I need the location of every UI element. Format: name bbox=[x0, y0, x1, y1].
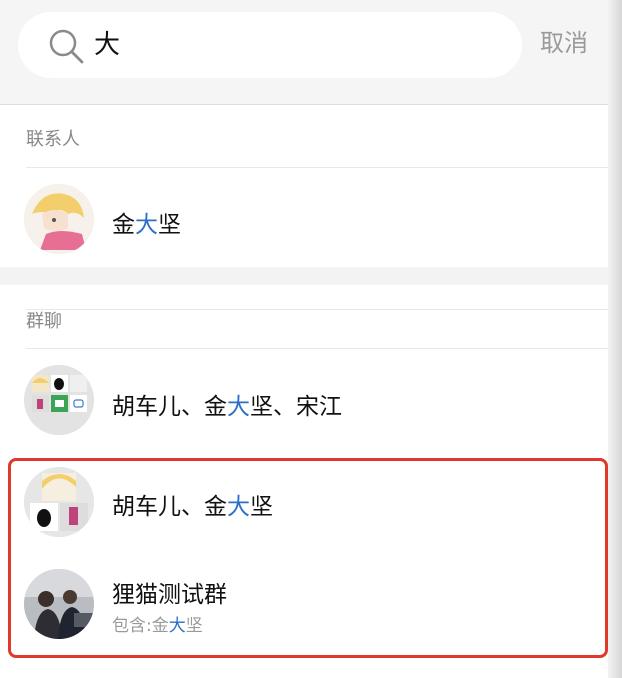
anime-avatar-image bbox=[24, 184, 94, 254]
avatar bbox=[24, 184, 94, 254]
group-avatar bbox=[24, 365, 94, 435]
divider bbox=[26, 167, 608, 168]
search-icon bbox=[49, 29, 84, 64]
group-row[interactable]: 胡车儿、金大坚、宋江 bbox=[0, 355, 608, 447]
match-highlight: 大 bbox=[135, 212, 158, 238]
contact-row[interactable]: 金大坚 bbox=[0, 173, 608, 265]
search-header: 大 取消 bbox=[0, 0, 608, 105]
section-title-contacts: 联系人 bbox=[26, 129, 80, 150]
group-name: 胡车儿、金大坚、宋江 bbox=[112, 394, 342, 420]
match-highlight: 大 bbox=[168, 616, 186, 636]
contact-name: 金大坚 bbox=[112, 212, 181, 238]
divider bbox=[26, 309, 608, 310]
group-name: 狸猫测试群 bbox=[112, 582, 227, 608]
section-title-groups: 群聊 bbox=[26, 311, 62, 332]
divider bbox=[26, 348, 608, 349]
cancel-button[interactable]: 取消 bbox=[540, 28, 588, 58]
search-bar[interactable]: 大 bbox=[18, 12, 522, 78]
search-input[interactable]: 大 bbox=[94, 30, 120, 60]
group-avatar-collage bbox=[24, 365, 94, 435]
group-avatar-collage bbox=[24, 467, 94, 537]
group-row[interactable]: 狸猫测试群 包含:金大坚 bbox=[0, 555, 608, 647]
groups-section: 群聊 胡车儿、金大坚、宋江 胡车儿、金大坚 狸猫测试群 包含:金大坚 bbox=[0, 285, 608, 678]
match-highlight: 大 bbox=[227, 394, 250, 420]
group-name: 胡车儿、金大坚 bbox=[112, 494, 273, 520]
group-row[interactable]: 胡车儿、金大坚 bbox=[0, 455, 608, 547]
match-highlight: 大 bbox=[227, 494, 250, 520]
group-avatar bbox=[24, 569, 94, 639]
contacts-section: 联系人 金大坚 bbox=[0, 105, 608, 267]
group-match-detail: 包含:金大坚 bbox=[112, 616, 203, 636]
group-avatar bbox=[24, 467, 94, 537]
group-photo-image bbox=[24, 569, 94, 639]
right-edge-shadow bbox=[608, 0, 622, 678]
